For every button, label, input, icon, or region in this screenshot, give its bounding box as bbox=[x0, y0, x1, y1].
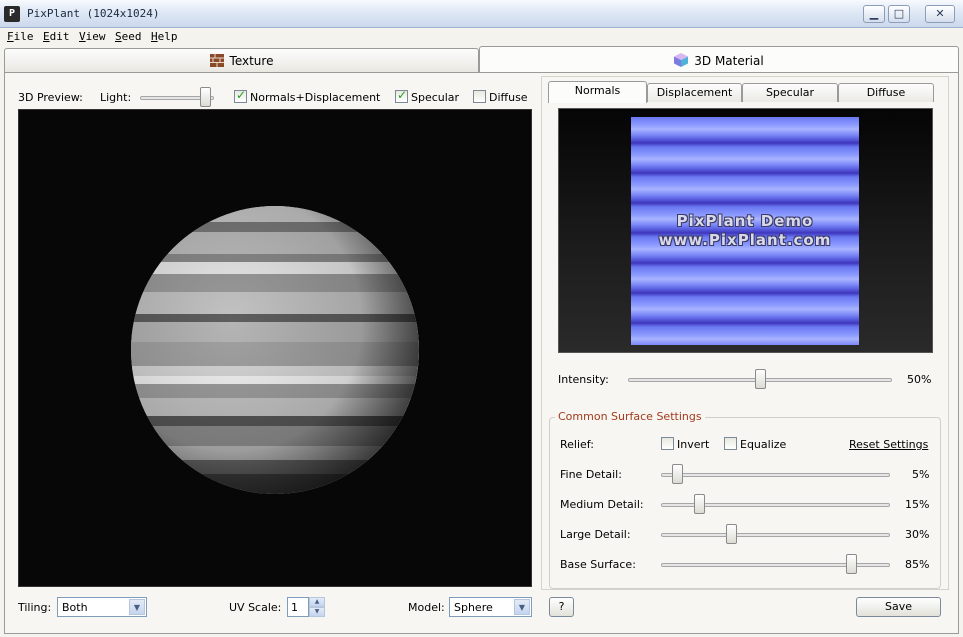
chevron-down-icon[interactable]: ▼ bbox=[129, 599, 145, 615]
fine-detail-slider-track[interactable] bbox=[661, 473, 890, 477]
tab-texture-label: Texture bbox=[229, 54, 274, 68]
model-label: Model: bbox=[408, 601, 445, 614]
uv-scale-stepper[interactable]: ▲ ▼ bbox=[309, 597, 325, 617]
specular-checkbox[interactable] bbox=[395, 88, 408, 103]
large-detail-label: Large Detail: bbox=[560, 528, 631, 541]
fine-detail-value: 5% bbox=[912, 468, 930, 481]
large-detail-slider-track[interactable] bbox=[661, 533, 890, 537]
watermark-line-2: www.PixPlant.com bbox=[658, 231, 832, 249]
sphere-render bbox=[131, 206, 419, 494]
tab-normals[interactable]: Normals bbox=[548, 81, 647, 103]
tab-displacement[interactable]: Displacement bbox=[647, 83, 742, 102]
spin-down-icon[interactable]: ▼ bbox=[309, 607, 325, 617]
menu-file[interactable]: File bbox=[7, 30, 34, 43]
uv-scale-value: 1 bbox=[291, 601, 298, 614]
equalize-checkbox[interactable] bbox=[724, 437, 737, 450]
menu-seed[interactable]: Seed bbox=[115, 30, 142, 43]
tab-specular[interactable]: Specular bbox=[742, 83, 838, 102]
tab-diffuse[interactable]: Diffuse bbox=[838, 83, 934, 102]
intensity-value: 50% bbox=[907, 373, 932, 386]
model-dropdown[interactable]: Sphere ▼ bbox=[449, 597, 532, 617]
tab-texture[interactable]: Texture bbox=[4, 48, 479, 72]
tiling-value: Both bbox=[62, 601, 88, 614]
intensity-label: Intensity: bbox=[558, 373, 609, 386]
specular-label: Specular bbox=[411, 91, 460, 104]
app-icon: P bbox=[4, 6, 20, 22]
medium-detail-slider-thumb[interactable] bbox=[694, 494, 705, 514]
watermark-line-1: PixPlant Demo bbox=[676, 212, 814, 230]
cube-icon bbox=[674, 53, 689, 70]
save-button[interactable]: Save bbox=[856, 597, 941, 617]
surface-settings-title: Common Surface Settings bbox=[555, 410, 705, 423]
menu-help[interactable]: Help bbox=[151, 30, 178, 43]
close-button[interactable]: ✕ bbox=[925, 5, 955, 23]
large-detail-value: 30% bbox=[905, 528, 930, 541]
3d-preview-viewport[interactable] bbox=[18, 109, 532, 587]
light-label: Light: bbox=[100, 91, 132, 104]
large-detail-slider-thumb[interactable] bbox=[726, 524, 737, 544]
light-slider-thumb[interactable] bbox=[200, 87, 211, 107]
title-bar[interactable]: P PixPlant (1024x1024) ▁ □ ✕ bbox=[0, 0, 963, 28]
spin-up-icon[interactable]: ▲ bbox=[309, 597, 325, 607]
chevron-down-icon[interactable]: ▼ bbox=[514, 599, 530, 615]
minimize-button[interactable]: ▁ bbox=[863, 5, 885, 23]
tiling-dropdown[interactable]: Both ▼ bbox=[57, 597, 147, 617]
relief-label: Relief: bbox=[560, 438, 594, 451]
equalize-label: Equalize bbox=[740, 438, 787, 451]
reset-settings-link[interactable]: Reset Settings bbox=[849, 438, 928, 451]
model-value: Sphere bbox=[454, 601, 493, 614]
brick-icon bbox=[209, 54, 224, 70]
diffuse-checkbox[interactable] bbox=[473, 90, 486, 103]
uv-scale-label: UV Scale: bbox=[229, 601, 282, 614]
menu-view[interactable]: View bbox=[79, 30, 106, 43]
medium-detail-label: Medium Detail: bbox=[560, 498, 644, 511]
tiling-label: Tiling: bbox=[18, 601, 52, 614]
window-title: PixPlant (1024x1024) bbox=[27, 7, 160, 20]
fine-detail-slider-thumb[interactable] bbox=[672, 464, 683, 484]
intensity-slider-thumb[interactable] bbox=[755, 369, 766, 389]
normals-displacement-label: Normals+Displacement bbox=[250, 91, 381, 104]
tab-3d-material[interactable]: 3D Material bbox=[479, 46, 959, 73]
base-surface-slider-thumb[interactable] bbox=[846, 554, 857, 574]
fine-detail-label: Fine Detail: bbox=[560, 468, 622, 481]
menu-bar: File Edit View Seed Help bbox=[0, 28, 963, 46]
base-surface-label: Base Surface: bbox=[560, 558, 636, 571]
medium-detail-value: 15% bbox=[905, 498, 930, 511]
base-surface-value: 85% bbox=[905, 558, 930, 571]
maximize-button[interactable]: □ bbox=[888, 5, 910, 23]
uv-scale-input[interactable]: 1 bbox=[287, 597, 309, 617]
diffuse-label: Diffuse bbox=[489, 91, 528, 104]
help-button[interactable]: ? bbox=[549, 597, 574, 617]
invert-checkbox[interactable] bbox=[661, 437, 674, 450]
invert-label: Invert bbox=[677, 438, 710, 451]
menu-edit[interactable]: Edit bbox=[43, 30, 70, 43]
normals-displacement-checkbox[interactable] bbox=[234, 88, 247, 103]
tab-3d-material-label: 3D Material bbox=[694, 54, 764, 68]
preview-label: 3D Preview: bbox=[18, 91, 83, 104]
